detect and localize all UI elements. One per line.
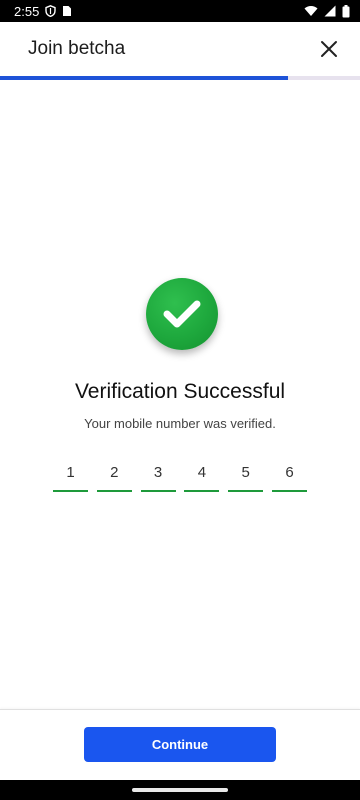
checkmark-icon [163, 300, 201, 328]
system-nav-bar [0, 780, 360, 800]
wifi-icon [304, 5, 318, 17]
code-digit-6[interactable]: 6 [271, 452, 307, 492]
close-icon [321, 41, 337, 57]
check-circle-icon [146, 278, 218, 350]
screen: 2:55 Join betcha Verification Successful… [0, 0, 360, 800]
close-button[interactable] [314, 34, 344, 64]
status-left: 2:55 [14, 4, 72, 19]
signal-icon [324, 5, 336, 17]
code-digit-4[interactable]: 4 [184, 452, 220, 492]
verification-title: Verification Successful [74, 380, 286, 403]
status-time: 2:55 [14, 3, 40, 19]
code-digit-5[interactable]: 5 [228, 452, 264, 492]
home-indicator[interactable] [132, 788, 228, 792]
continue-button[interactable]: Continue [84, 727, 276, 762]
verification-subtitle: Your mobile number was verified. [84, 416, 276, 431]
progress-fill [0, 76, 288, 80]
shield-icon [45, 5, 57, 17]
sim-card-icon [62, 5, 72, 17]
page-title: Join betcha [28, 38, 126, 59]
code-digit-3[interactable]: 3 [140, 452, 176, 492]
signup-progress-bar [0, 76, 360, 80]
battery-icon [342, 4, 350, 18]
code-digit-2[interactable]: 2 [96, 452, 132, 492]
verification-code: 1 2 3 4 5 6 [53, 452, 307, 492]
status-bar: 2:55 [0, 0, 360, 22]
bottom-action-bar: Continue [0, 709, 360, 780]
status-right [304, 4, 350, 18]
code-digit-1[interactable]: 1 [53, 452, 88, 492]
app-bar: Join betcha [0, 22, 360, 76]
